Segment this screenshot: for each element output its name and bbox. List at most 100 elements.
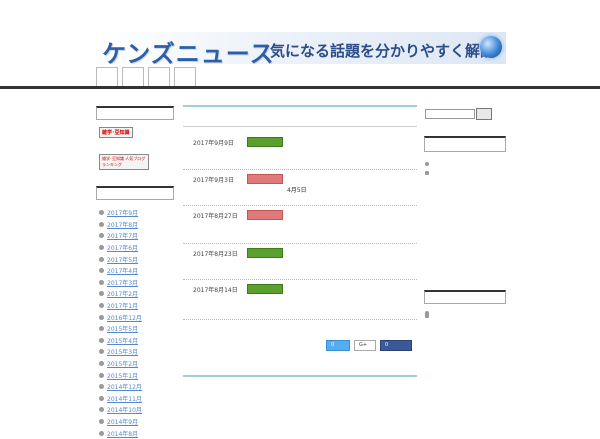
nav-item-inquiry[interactable] (148, 67, 170, 86)
archive-link[interactable]: 2017年3月 (107, 278, 138, 287)
archive-link[interactable]: 2015年4月 (107, 336, 138, 345)
archive-item: 2015年5月 (99, 323, 142, 335)
archive-link[interactable]: 2017年9月 (107, 208, 138, 217)
archive-item: 2015年1月 (99, 369, 142, 381)
site-logo: ケンズニュース (102, 40, 275, 64)
archive-link[interactable]: 2014年12月 (107, 382, 142, 391)
news-row: 2017年9月9日 (183, 137, 417, 170)
share-bar: 0 G+ 0 (322, 340, 412, 351)
google-plus-button[interactable]: G+ (354, 340, 376, 351)
bullet-icon (99, 407, 104, 413)
archive-item: 2014年10月 (99, 404, 142, 416)
site-banner[interactable]: ケンズニュース 気になる話題を分かりやすく解説 (96, 32, 506, 64)
bullet-icon (99, 372, 104, 378)
archive-link[interactable]: 2017年8月 (107, 220, 138, 229)
archive-item: 2015年4月 (99, 335, 142, 347)
bullet-icon (99, 314, 104, 320)
category-list (425, 309, 505, 318)
archive-link[interactable]: 2017年7月 (107, 231, 138, 240)
bullet-icon (99, 384, 104, 390)
bullet-icon (99, 210, 104, 216)
archive-link[interactable]: 2017年2月 (107, 289, 138, 298)
nav-item-sitemap[interactable] (174, 67, 196, 86)
bullet-icon (99, 256, 104, 262)
bullet-icon (99, 279, 104, 285)
archive-item: 2015年3月 (99, 346, 142, 358)
bullet-icon (99, 361, 104, 367)
archive-link[interactable]: 2015年5月 (107, 324, 138, 333)
archive-item: 2014年12月 (99, 381, 142, 393)
archive-link[interactable]: 2014年8月 (107, 429, 138, 438)
search-button[interactable] (476, 108, 492, 120)
archive-link[interactable]: 2014年11月 (107, 394, 142, 403)
archive-link[interactable]: 2015年3月 (107, 347, 138, 356)
bullet-icon (99, 337, 104, 343)
banner-subtitle: 気になる話題を分かりやすく解説 (270, 42, 496, 60)
globe-icon (480, 36, 502, 58)
news-row: 2017年8月27日 (183, 210, 417, 244)
bullet-icon (99, 221, 104, 227)
news-row: 2017年9月3日 4月5日 (183, 174, 417, 206)
archive-item: 2017年5月 (99, 253, 142, 265)
news-row: 2017年8月23日 (183, 248, 417, 280)
archive-item: 2017年6月 (99, 242, 142, 254)
archive-link[interactable]: 2017年6月 (107, 243, 138, 252)
news-date: 2017年8月14日 (193, 287, 238, 294)
archive-item: 2017年8月 (99, 219, 142, 231)
archive-item: 2014年11月 (99, 393, 142, 405)
archive-item: 2016年12月 (99, 311, 142, 323)
archive-item: 2017年9月 (99, 207, 142, 219)
archive-link[interactable]: 2014年10月 (107, 405, 142, 414)
archive-link[interactable]: 2017年5月 (107, 255, 138, 264)
ranking-badge-2[interactable]: 雑学･豆知識 人気ブログランキング (99, 154, 149, 170)
bullet-icon (99, 349, 104, 355)
featured-article (183, 375, 417, 381)
search-input[interactable] (425, 109, 475, 119)
archive-item: 2017年4月 (99, 265, 142, 277)
bullet-icon (99, 268, 104, 274)
category-badge[interactable] (247, 248, 283, 258)
bullet-icon (99, 326, 104, 332)
archive-link[interactable]: 2015年1月 (107, 371, 138, 380)
archive-link[interactable]: 2017年1月 (107, 301, 138, 310)
news-date: 2017年8月27日 (193, 213, 238, 220)
bullet-icon (99, 418, 104, 424)
bullet-icon (99, 430, 104, 436)
news-date: 2017年9月9日 (193, 140, 234, 147)
bullet-icon (99, 233, 104, 239)
recent-posts-heading (424, 136, 506, 152)
news-date: 2017年9月3日 (193, 177, 234, 184)
archive-item: 2017年2月 (99, 288, 142, 300)
category-badge[interactable] (247, 137, 283, 147)
category-heading (424, 290, 506, 304)
bullet-icon (99, 245, 104, 251)
ranking-badge-1[interactable]: 雑学･豆知識 (99, 127, 133, 138)
archive-link[interactable]: 2016年12月 (107, 313, 142, 322)
tweet-button[interactable]: 0 (326, 340, 350, 351)
bullet-icon (99, 291, 104, 297)
bullet-icon (99, 303, 104, 309)
categories-heading (96, 106, 174, 120)
category-badge[interactable] (247, 174, 283, 184)
bullet-icon (99, 395, 104, 401)
archive-heading (96, 186, 174, 200)
archive-link[interactable]: 2014年9月 (107, 417, 138, 426)
archive-link[interactable]: 2015年2月 (107, 359, 138, 368)
category-badge[interactable] (247, 210, 283, 220)
nav-item-profile[interactable] (122, 67, 144, 86)
archive-item: 2014年9月 (99, 416, 142, 428)
nav-divider (0, 86, 600, 89)
news-row: 2017年8月14日 (183, 284, 417, 320)
recent-posts-list (425, 160, 505, 175)
main-nav (96, 67, 200, 87)
archive-list: 2017年9月 2017年8月 2017年7月 2017年6月 2017年5月 2017年… (99, 207, 142, 439)
archive-item: 2014年8月 (99, 427, 142, 439)
facebook-like-button[interactable]: 0 (380, 340, 412, 351)
news-heading (183, 105, 417, 127)
archive-link[interactable]: 2017年4月 (107, 266, 138, 275)
archive-item: 2017年3月 (99, 277, 142, 289)
archive-item: 2015年2月 (99, 358, 142, 370)
archive-item: 2017年7月 (99, 230, 142, 242)
category-badge[interactable] (247, 284, 283, 294)
nav-item-home[interactable] (96, 67, 118, 86)
